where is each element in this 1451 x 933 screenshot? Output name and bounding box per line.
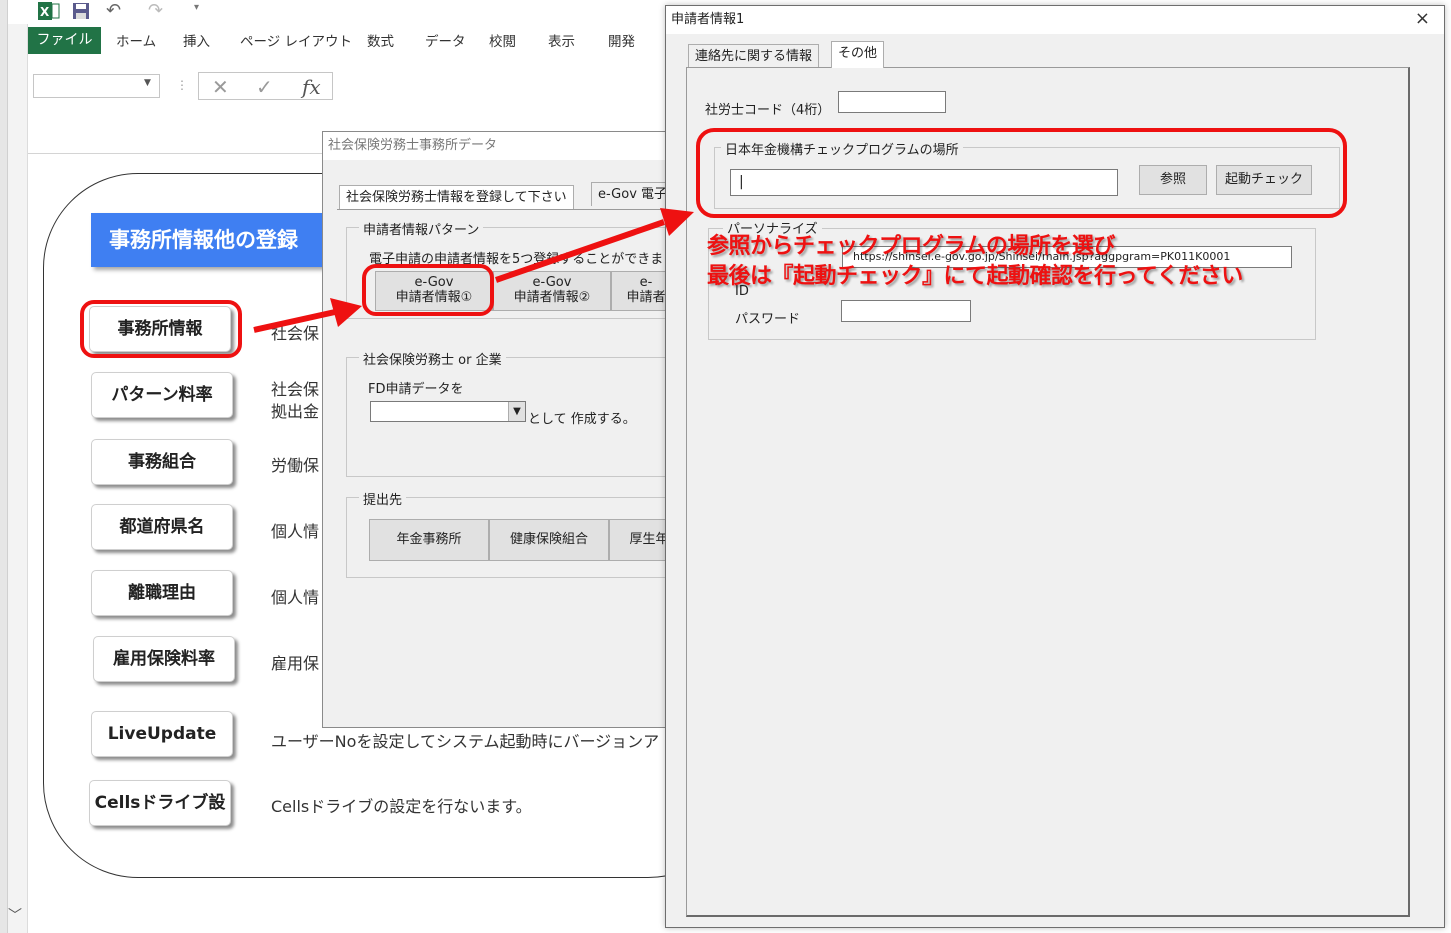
annotation-arrows <box>253 208 694 333</box>
tab-other[interactable]: その他 <box>831 41 885 68</box>
annotation-line-2: 最後は『起動チェック』にて起動確認を行ってください <box>707 264 1243 289</box>
arrow-1-head <box>330 298 362 327</box>
tab-office-info[interactable]: 社会保険労務士情報を登録して下さい <box>339 185 574 209</box>
arrow-2-head <box>660 208 694 236</box>
arrow-1-line <box>253 309 336 333</box>
annotation-line-1: 参照からチェックプログラムの場所を選び <box>707 234 1115 259</box>
arrow-2-line <box>495 219 665 283</box>
